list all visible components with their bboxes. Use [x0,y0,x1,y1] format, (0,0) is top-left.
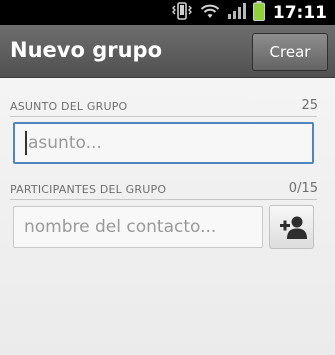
add-contact-button[interactable] [269,205,314,249]
text-caret [25,131,27,155]
subject-placeholder: asunto... [28,133,102,153]
vibrate-icon [171,1,193,24]
page-title: Nuevo grupo [10,38,162,62]
subject-divider [10,116,317,117]
wifi-icon [199,2,221,24]
create-button[interactable]: Crear [252,33,328,71]
participants-label: PARTICIPANTES DEL GRUPO [10,183,167,196]
participants-divider [10,199,317,200]
contact-placeholder: nombre del contacto... [24,217,217,237]
status-icons: 17:11 [171,0,335,25]
participants-counter: 0/15 [288,181,318,196]
contact-name-input[interactable]: nombre del contacto... [13,206,263,248]
subject-label: ASUNTO DEL GRUPO [10,100,128,113]
subject-char-counter: 25 [301,98,318,113]
action-bar: Nuevo grupo Crear [0,25,335,78]
add-contact-icon [279,216,307,239]
content-area: ASUNTO DEL GRUPO 25 asunto... PARTICIPAN… [0,78,335,355]
subject-input[interactable]: asunto... [13,122,314,164]
status-clock: 17:11 [272,2,327,23]
signal-icon [227,2,247,24]
battery-icon [252,0,265,25]
status-bar: 17:11 [0,0,335,25]
